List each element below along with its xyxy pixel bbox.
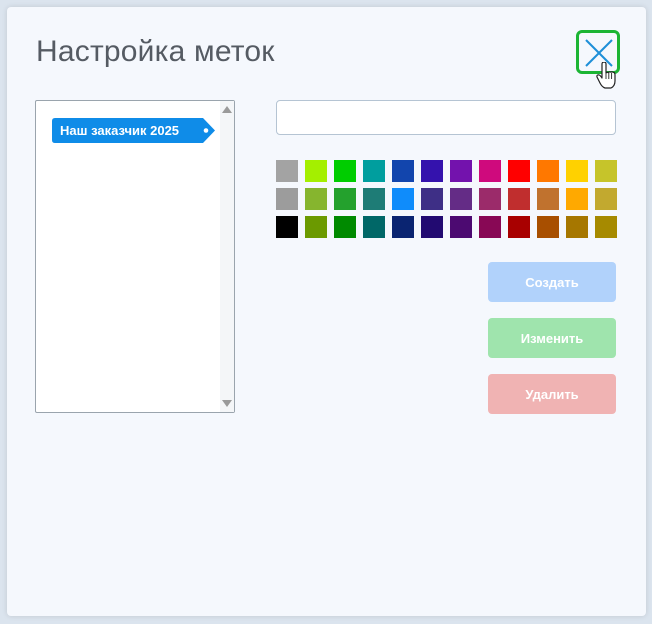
color-swatch[interactable] <box>508 216 530 238</box>
dialog-title: Настройка меток <box>36 35 275 68</box>
color-swatch[interactable] <box>450 160 472 182</box>
color-swatch[interactable] <box>421 160 443 182</box>
color-swatch[interactable] <box>566 216 588 238</box>
color-swatch[interactable] <box>595 188 617 210</box>
color-swatch[interactable] <box>479 160 501 182</box>
color-swatch[interactable] <box>595 216 617 238</box>
color-swatch[interactable] <box>334 188 356 210</box>
color-swatch[interactable] <box>508 160 530 182</box>
color-swatch[interactable] <box>537 160 559 182</box>
hand-pointer-icon <box>596 62 616 89</box>
tag-list[interactable]: Наш заказчик 2025 <box>35 100 235 413</box>
create-button[interactable]: Создать <box>488 262 616 302</box>
color-swatch[interactable] <box>334 160 356 182</box>
color-swatch[interactable] <box>392 188 414 210</box>
color-swatch[interactable] <box>421 188 443 210</box>
color-swatch[interactable] <box>276 160 298 182</box>
color-swatch[interactable] <box>566 188 588 210</box>
color-swatch[interactable] <box>392 216 414 238</box>
tag-name-input[interactable] <box>276 100 616 135</box>
color-swatch[interactable] <box>450 188 472 210</box>
tag-item[interactable]: Наш заказчик 2025 <box>52 118 215 143</box>
color-swatch[interactable] <box>305 188 327 210</box>
color-swatch[interactable] <box>305 160 327 182</box>
edit-button[interactable]: Изменить <box>488 318 616 358</box>
tag-list-scrollbar[interactable] <box>220 101 234 412</box>
color-swatch[interactable] <box>421 216 443 238</box>
color-swatch[interactable] <box>334 216 356 238</box>
color-swatch[interactable] <box>479 188 501 210</box>
tag-settings-dialog: Настройка меток Наш заказчик 2025 Создат… <box>7 7 646 616</box>
scroll-up-arrow-icon[interactable] <box>222 106 232 113</box>
color-swatch[interactable] <box>450 216 472 238</box>
color-swatch[interactable] <box>276 216 298 238</box>
scroll-down-arrow-icon[interactable] <box>222 400 232 407</box>
tag-label: Наш заказчик 2025 <box>60 123 180 138</box>
color-swatch[interactable] <box>537 188 559 210</box>
color-swatch[interactable] <box>392 160 414 182</box>
color-swatch[interactable] <box>363 216 385 238</box>
color-swatch[interactable] <box>508 188 530 210</box>
color-swatch[interactable] <box>479 216 501 238</box>
color-swatch[interactable] <box>595 160 617 182</box>
color-swatch[interactable] <box>305 216 327 238</box>
color-swatch[interactable] <box>537 216 559 238</box>
color-swatch[interactable] <box>363 160 385 182</box>
color-swatch[interactable] <box>276 188 298 210</box>
color-swatch[interactable] <box>363 188 385 210</box>
color-swatch[interactable] <box>566 160 588 182</box>
delete-button[interactable]: Удалить <box>488 374 616 414</box>
